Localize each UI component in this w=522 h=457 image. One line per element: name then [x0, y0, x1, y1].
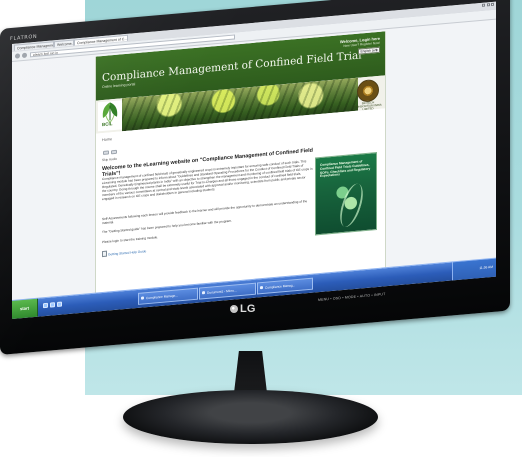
skip-audio-link[interactable]: Skip Audio: [102, 157, 117, 162]
monitor-stand-base: [123, 390, 378, 444]
breadcrumb-home-link[interactable]: Home: [102, 137, 112, 142]
language-select[interactable]: English (en) ▼: [358, 46, 380, 55]
back-icon[interactable]: [15, 53, 20, 59]
taskbar-item-1[interactable]: Compliance Manage...: [138, 287, 198, 305]
window-controls: [482, 2, 494, 9]
audio-back-icon[interactable]: [103, 150, 109, 155]
monitor: FLATRON Compliance Management of C... We…: [0, 0, 510, 356]
taskbar-item-3[interactable]: Compliance Manag...: [257, 277, 313, 295]
guideline-book-cover: Compliance Management of Confined Field …: [315, 152, 377, 236]
seal-icon: [357, 78, 379, 103]
taskbar-item-2[interactable]: Document1 - Micro...: [199, 282, 256, 300]
monitor-brand-top: FLATRON: [10, 33, 38, 43]
webpage: Compliance Management of Confined Field …: [95, 31, 386, 293]
main-content: Home Skip Audio Welcome to the eLearning…: [96, 108, 385, 293]
bcil-logo-text: BCIL: [102, 121, 113, 128]
header-account-area: Welcome, Login here New User? Register N…: [320, 36, 380, 55]
monitor-logo: LG: [230, 303, 256, 315]
close-icon[interactable]: [491, 2, 494, 7]
system-tray: 11:36 AM: [452, 258, 496, 281]
help-guide-link[interactable]: Getting Started Help Guide: [108, 249, 146, 256]
quick-launch-folder-icon[interactable]: [50, 302, 55, 308]
taskbar-clock: 11:36 AM: [479, 264, 493, 271]
monitor-logo-text: LG: [240, 303, 256, 315]
monitor-screen: Compliance Management of C... Welcome...…: [12, 1, 496, 319]
forward-icon[interactable]: [22, 52, 27, 59]
chevron-down-icon: ▼: [375, 47, 378, 53]
start-button[interactable]: start: [12, 298, 38, 319]
quick-launch-media-icon[interactable]: [57, 301, 62, 308]
lg-logo-icon: [230, 305, 238, 313]
quick-launch-ie-icon[interactable]: [43, 302, 48, 309]
audio-play-icon[interactable]: [111, 149, 117, 155]
minimize-icon[interactable]: [482, 3, 485, 7]
book-cover-title: Compliance Management of Confined Field …: [320, 159, 371, 179]
screenshot-scene: FLATRON Compliance Management of C... We…: [0, 0, 522, 457]
bcil-logo: BCIL: [98, 100, 123, 132]
login-instruction: Please login to start the training modul…: [102, 235, 159, 245]
maximize-icon[interactable]: [486, 3, 490, 7]
audio-controls: [103, 149, 117, 155]
document-icon: [102, 250, 107, 258]
page-title: Compliance Management of Confined Field …: [102, 49, 362, 85]
